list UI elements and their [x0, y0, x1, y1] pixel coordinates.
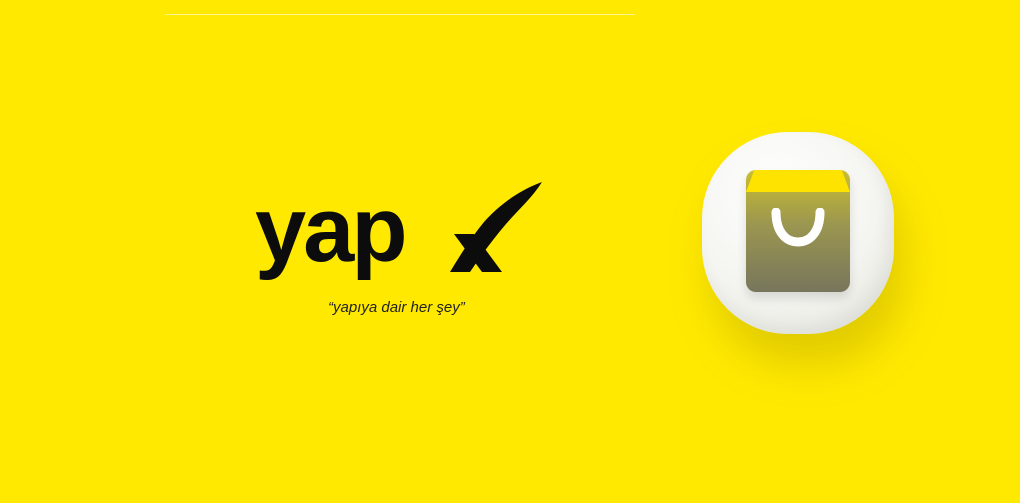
bag-top: [746, 170, 850, 192]
shopping-bag-icon: [746, 170, 850, 292]
top-divider: [165, 14, 635, 15]
app-icon: [702, 132, 894, 334]
bag-handle-icon: [771, 208, 825, 247]
x-checkmark-icon: [450, 182, 542, 272]
brand-wordmark: yap: [255, 179, 408, 281]
brand-tagline: “yapıya dair her şey”: [328, 299, 465, 316]
